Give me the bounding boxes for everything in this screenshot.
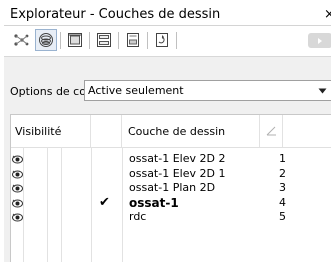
more-tools-button[interactable] — [308, 33, 331, 48]
toolbar-separator — [118, 32, 119, 49]
explorer-window: Explorateur - Couches de dessin × Option… — [0, 0, 331, 262]
column-header-layer[interactable]: Couche de dessin — [122, 115, 260, 147]
layer-order-number: 5 — [279, 210, 286, 223]
layers-table: Visibilité Couche de dessin ossat-1 Elev… — [10, 114, 331, 262]
layer-order-number: 1 — [279, 152, 286, 165]
layer-order-number: 2 — [279, 166, 286, 180]
refresh-icon[interactable] — [151, 29, 173, 51]
layer-name[interactable]: ossat-1 Elev 2D 1 — [129, 167, 225, 181]
table-row[interactable]: ossat-1 Elev 2D 1 2 — [11, 167, 331, 181]
layers-icon[interactable] — [35, 29, 57, 51]
table-row[interactable]: ossat-1 Plan 2D 3 — [11, 181, 331, 195]
options-selected-value: Active seulement — [88, 84, 184, 97]
column-header-active[interactable] — [91, 115, 122, 147]
table-row[interactable]: ✔ ossat-1 4 — [11, 194, 331, 210]
options-label: Options de couc — [10, 85, 84, 98]
toolbar-separator — [60, 32, 61, 49]
table-header: Visibilité Couche de dessin — [11, 115, 331, 148]
column-header-order[interactable] — [260, 115, 283, 147]
table-row[interactable]: ossat-1 Elev 2D 2 1 — [11, 152, 331, 166]
toolbar-separator — [89, 32, 90, 49]
window-title: Explorateur - Couches de dessin — [10, 7, 221, 22]
layer-order-number: 4 — [279, 195, 286, 209]
view-window-icon[interactable] — [64, 29, 86, 51]
visibility-eye-icon[interactable] — [12, 212, 23, 226]
toolbar-separator — [147, 32, 148, 49]
title-bar: Explorateur - Couches de dessin × — [4, 4, 331, 26]
close-icon[interactable]: × — [324, 7, 331, 22]
toolbar — [4, 27, 331, 54]
sort-icon — [266, 126, 276, 136]
frame-icon[interactable] — [93, 29, 115, 51]
options-select[interactable]: Active seulement — [84, 80, 331, 101]
layer-name[interactable]: rdc — [129, 210, 146, 224]
column-header-visibility[interactable]: Visibilité — [11, 115, 91, 147]
toolbar-separator — [176, 32, 177, 49]
layer-name[interactable]: ossat-1 Elev 2D 2 — [129, 152, 225, 166]
active-checkmark: ✔ — [99, 194, 110, 210]
layer-order-number: 3 — [279, 181, 286, 194]
sheet-icon[interactable] — [122, 29, 144, 51]
layer-name[interactable]: ossat-1 Plan 2D — [129, 181, 215, 195]
table-row[interactable]: rdc 5 — [11, 210, 331, 224]
chevron-down-icon[interactable] — [314, 81, 331, 100]
layer-name[interactable]: ossat-1 — [129, 196, 179, 210]
network-tree-icon[interactable] — [10, 29, 32, 51]
layers-panel: Options de couc Active seulement Visibil… — [4, 56, 331, 262]
